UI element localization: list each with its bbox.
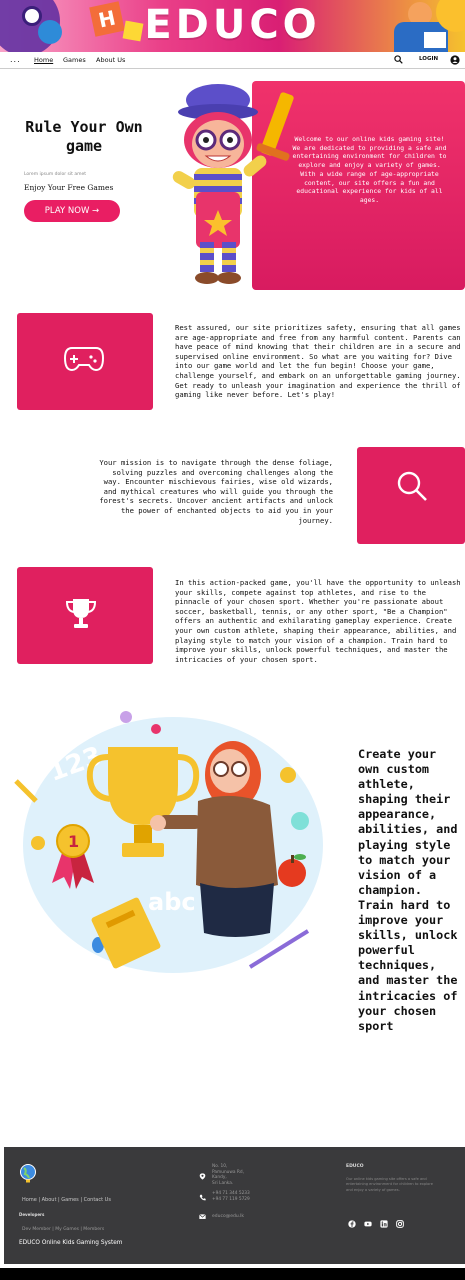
top-banner: H EDUCO — [0, 0, 465, 52]
hero-welcome-text: Welcome to our online kids gaming site! … — [292, 135, 447, 204]
search-icon[interactable] — [394, 55, 403, 64]
youtube-icon[interactable] — [364, 1220, 372, 1228]
footer-developers[interactable]: Dev Member | My Games | Members — [22, 1227, 104, 1232]
footer-phone: +94 71 344 5233 +94 77 119 5729 — [212, 1191, 250, 1202]
globe-logo-icon — [20, 1164, 36, 1183]
champion-text: Create your own custom athlete, shaping … — [358, 747, 458, 1033]
location-icon — [199, 1173, 206, 1180]
nav-link-games[interactable]: Games — [63, 56, 86, 64]
footer-tagline: EDUCO Online Kids Gaming System — [19, 1240, 123, 1246]
footer-email[interactable]: educo@edu.lk — [212, 1214, 244, 1219]
gamepad-icon — [64, 347, 104, 372]
menu-dots-button[interactable]: ... — [10, 55, 21, 64]
feature-text-games: Rest assured, our site prioritizes safet… — [175, 323, 461, 400]
hero-title: Rule Your Own game — [25, 118, 143, 155]
footer-links[interactable]: Home | About | Games | Contact Us — [22, 1197, 111, 1203]
facebook-icon[interactable] — [348, 1220, 356, 1228]
feature-card-search — [357, 447, 465, 544]
linkedin-icon[interactable] — [380, 1220, 388, 1228]
hero-subtitle: Enjoy Your Free Games — [24, 183, 114, 192]
footer-about: Our online kids gaming site offers a saf… — [346, 1177, 433, 1192]
page-bottom-bar — [0, 1268, 465, 1280]
phone-icon — [199, 1194, 206, 1201]
login-button[interactable]: LOGIN — [419, 56, 438, 62]
nav-link-about[interactable]: About Us — [96, 56, 125, 64]
play-now-button[interactable]: PLAY NOW → — [24, 200, 120, 222]
site-footer: Home | About | Games | Contact Us Develo… — [4, 1147, 465, 1264]
mail-icon — [199, 1214, 206, 1219]
feature-text-champion: In this action-packed game, you'll have … — [175, 578, 461, 664]
hero-character-illustration — [172, 84, 294, 284]
champion-illustration: 123 abc 1 — [14, 711, 323, 973]
search-icon — [397, 471, 427, 501]
nav-link-home[interactable]: Home — [34, 56, 53, 64]
trophy-icon — [65, 599, 97, 628]
top-nav: ... Home Games About Us LOGIN — [0, 52, 465, 69]
footer-developers-label: Developers — [19, 1212, 45, 1217]
instagram-icon[interactable] — [396, 1220, 404, 1228]
letters-label: abc — [148, 888, 196, 916]
hero-small-text: Lorem ipsum dolor sit amet — [24, 172, 86, 177]
medal-number: 1 — [68, 832, 79, 851]
feature-text-mission: Your mission is to navigate through the … — [99, 458, 333, 525]
feature-card-champion — [17, 567, 153, 664]
footer-address: No. 10, Pamunuwa Rd, Kandy, Sri Lanka. — [212, 1164, 244, 1186]
footer-brand: EDUCO — [346, 1164, 364, 1169]
user-icon[interactable] — [450, 55, 460, 65]
feature-card-games — [17, 313, 153, 410]
